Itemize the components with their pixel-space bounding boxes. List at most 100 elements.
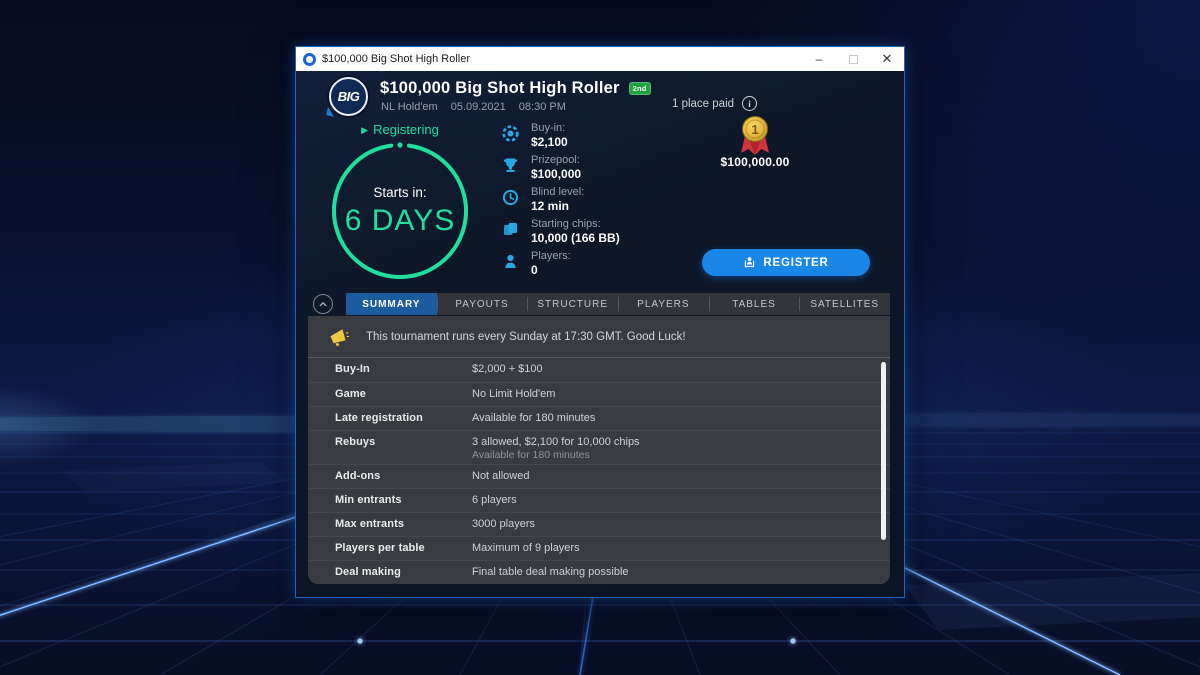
stat-label: Prizepool: xyxy=(531,154,581,167)
stat-value: $2,100 xyxy=(531,135,568,149)
row-label: Deal making xyxy=(335,566,472,578)
stat-value: $100,000 xyxy=(531,167,581,181)
register-label: REGISTER xyxy=(763,257,828,269)
tab-satellites[interactable]: SATELLITES xyxy=(799,293,890,315)
row-label: Add-ons xyxy=(335,470,472,482)
row-value: Final table deal making possible xyxy=(472,566,629,579)
starts-in-label: Starts in: xyxy=(373,185,426,200)
tournament-stats: Buy-in:$2,100 Prizepool:$100,000 Blind lev… xyxy=(502,122,682,282)
stat-value: 0 xyxy=(531,263,571,277)
row-value: Not allowed xyxy=(472,470,529,483)
stat-item: Prizepool:$100,000 xyxy=(502,154,682,186)
stat-label: Players: xyxy=(531,250,571,263)
row-label: Min entrants xyxy=(335,494,472,506)
row-value-wrap: Available for 180 minutes xyxy=(472,412,595,425)
row-value: Maximum of 9 players xyxy=(472,542,580,555)
row-label: Late registration xyxy=(335,412,472,424)
tournament-window: $100,000 Big Shot High Roller – ✕ BIG $1… xyxy=(296,47,904,597)
trophy-icon xyxy=(502,157,519,174)
minimize-button[interactable]: – xyxy=(802,47,836,71)
close-icon: ✕ xyxy=(882,51,893,67)
register-button[interactable]: REGISTER xyxy=(702,249,870,276)
chips-stack-icon xyxy=(502,221,519,238)
row-value-wrap: 3 allowed, $2,100 for 10,000 chipsAvaila… xyxy=(472,436,640,462)
summary-table: Buy-In$2,000 + $100GameNo Limit Hold'emL… xyxy=(308,358,890,584)
places-paid-text: 1 place paid xyxy=(672,98,734,110)
status-registering: ▶Registering xyxy=(316,122,484,137)
tab-tables[interactable]: TABLES xyxy=(709,293,800,315)
desktop: { "titlebar": { "title": "$100,000 Big S… xyxy=(0,0,1200,675)
chevron-up-icon xyxy=(316,297,330,311)
row-value-wrap: Not allowed xyxy=(472,470,529,483)
lobby-body: BIG $100,000 Big Shot High Roller 2nd NL… xyxy=(296,71,904,597)
scrollbar-thumb[interactable] xyxy=(881,362,886,540)
tournament-subtitle: NL Hold'em 05.09.2021 08:30 PM xyxy=(381,101,566,113)
first-prize-amount: $100,000.00 xyxy=(695,155,815,169)
tab-summary[interactable]: SUMMARY xyxy=(346,293,437,315)
row-note: Available for 180 minutes xyxy=(472,449,640,462)
tournament-title: $100,000 Big Shot High Roller 2nd xyxy=(380,79,651,98)
places-paid: 1 place paid i xyxy=(672,96,757,111)
announcement-bar: This tournament runs every Sunday at 17:… xyxy=(308,316,890,358)
stat-label: Buy-in: xyxy=(531,122,568,135)
reentry-badge: 2nd xyxy=(629,82,651,95)
svg-text:1: 1 xyxy=(751,122,758,137)
summary-row-rebuys: Rebuys3 allowed, $2,100 for 10,000 chips… xyxy=(308,430,890,464)
summary-row-add-ons: Add-onsNot allowed xyxy=(308,464,890,488)
summary-row-game: GameNo Limit Hold'em xyxy=(308,382,890,406)
window-title: $100,000 Big Shot High Roller xyxy=(322,53,470,65)
start-date: 05.09.2021 xyxy=(451,101,506,113)
seat-icon xyxy=(743,256,756,269)
window-controls: – ✕ xyxy=(802,47,904,71)
row-label: Game xyxy=(335,388,472,400)
titlebar[interactable]: $100,000 Big Shot High Roller – ✕ xyxy=(296,47,904,71)
tournament-title-text: $100,000 Big Shot High Roller xyxy=(380,79,620,98)
row-value: 3000 players xyxy=(472,518,535,531)
stat-item: Blind level:12 min xyxy=(502,186,682,218)
start-time: 08:30 PM xyxy=(519,101,566,113)
row-value: Available for 180 minutes xyxy=(472,412,595,425)
stat-text: Blind level:12 min xyxy=(531,186,584,213)
row-value: $2,000 + $100 xyxy=(472,363,543,376)
row-value-wrap: No Limit Hold'em xyxy=(472,388,555,401)
row-value-wrap: 3000 players xyxy=(472,518,535,531)
play-triangle-icon: ▶ xyxy=(361,125,368,135)
stat-item: Players:0 xyxy=(502,250,682,282)
stat-item: Starting chips:10,000 (166 BB) xyxy=(502,218,682,250)
maximize-button[interactable] xyxy=(836,47,870,71)
tab-payouts[interactable]: PAYOUTS xyxy=(437,293,528,315)
minimize-icon: – xyxy=(816,52,823,66)
row-value-wrap: 6 players xyxy=(472,494,517,507)
countdown-labels: Starts in: 6 DAYS xyxy=(325,136,475,286)
stat-value: 10,000 (166 BB) xyxy=(531,231,620,245)
info-icon[interactable]: i xyxy=(742,96,757,111)
tab-structure[interactable]: STRUCTURE xyxy=(527,293,618,315)
close-button[interactable]: ✕ xyxy=(870,47,904,71)
announcement-text: This tournament runs every Sunday at 17:… xyxy=(366,331,686,343)
summary-row-min-entrants: Min entrants6 players xyxy=(308,488,890,512)
megaphone-icon xyxy=(328,327,349,347)
tab-players[interactable]: PLAYERS xyxy=(618,293,709,315)
big-logo-text: BIG xyxy=(338,89,360,104)
summary-row-max-entrants: Max entrants3000 players xyxy=(308,512,890,536)
big-logo: BIG xyxy=(329,77,368,116)
stat-text: Buy-in:$2,100 xyxy=(531,122,568,149)
row-value: No Limit Hold'em xyxy=(472,388,555,401)
chip-icon xyxy=(502,125,519,142)
row-label: Players per table xyxy=(335,542,472,554)
clock-icon xyxy=(502,189,519,206)
collapse-button[interactable] xyxy=(313,294,333,314)
row-value: 3 allowed, $2,100 for 10,000 chips xyxy=(472,436,640,449)
game-type: NL Hold'em xyxy=(381,101,438,113)
app-ring-icon xyxy=(303,53,316,66)
stat-label: Blind level: xyxy=(531,186,584,199)
stat-text: Prizepool:$100,000 xyxy=(531,154,581,181)
maximize-icon xyxy=(849,55,858,64)
summary-row-late-registration: Late registrationAvailable for 180 minut… xyxy=(308,406,890,430)
lobby-tabs: SUMMARYPAYOUTSSTRUCTUREPLAYERSTABLESSATE… xyxy=(346,293,890,315)
row-label: Max entrants xyxy=(335,518,472,530)
countdown-value: 6 DAYS xyxy=(345,204,456,238)
stat-label: Starting chips: xyxy=(531,218,620,231)
stat-value: 12 min xyxy=(531,199,584,213)
summary-panel: This tournament runs every Sunday at 17:… xyxy=(308,316,890,584)
